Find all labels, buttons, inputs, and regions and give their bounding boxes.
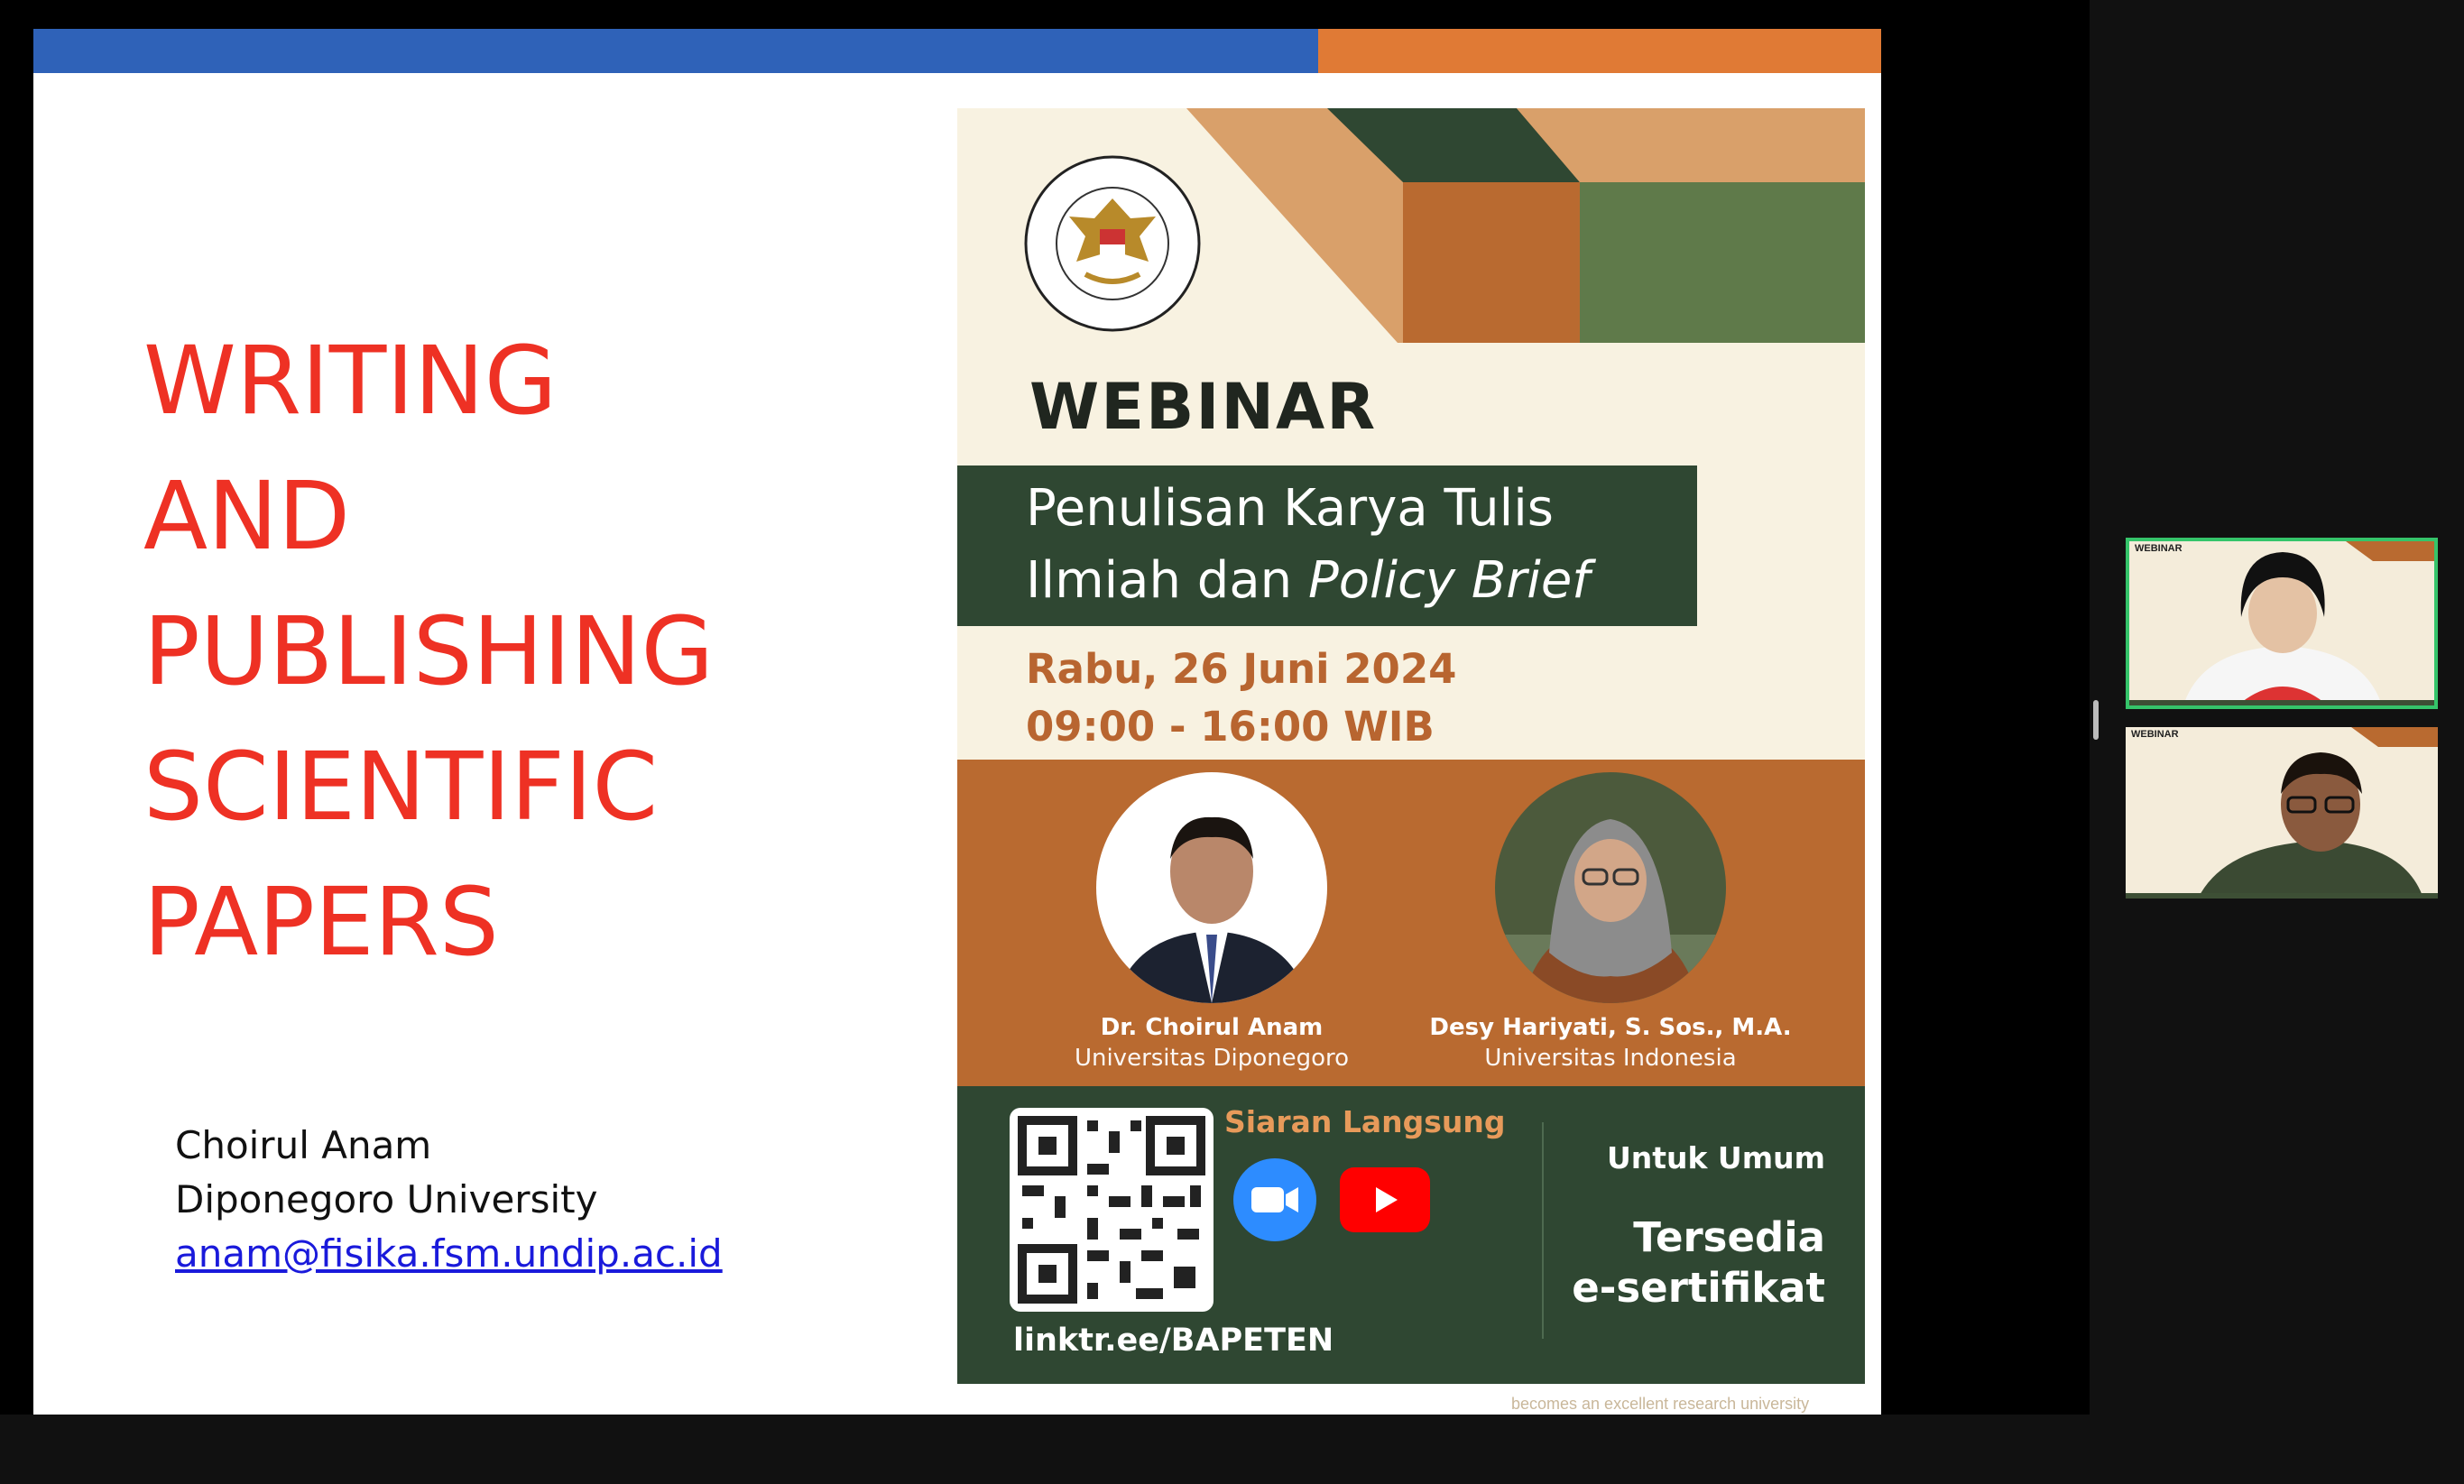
poster-schedule: Rabu, 26 Juni 2024 09:00 - 16:00 WIB xyxy=(1026,641,1456,756)
live-stream-label: Siaran Langsung xyxy=(1224,1104,1506,1139)
speakers-panel: Dr. Choirul Anam Universitas Diponegoro … xyxy=(957,760,1865,1086)
poster-date: Rabu, 26 Juni 2024 xyxy=(1026,645,1457,693)
participant-video-tile[interactable]: WEBINAR xyxy=(2126,538,2438,709)
speaker-photo xyxy=(1096,772,1327,1003)
poster-time: 09:00 - 16:00 WIB xyxy=(1026,703,1435,751)
certificate-line: Tersedia xyxy=(1633,1213,1825,1261)
webinar-poster: WEBINAR Penulisan Karya Tulis Ilmiah dan… xyxy=(957,108,1865,1384)
bapeten-logo xyxy=(1022,153,1203,334)
slide-top-bar-blue xyxy=(33,29,1318,73)
speaker-name: Dr. Choirul Anam xyxy=(1100,1014,1324,1041)
author-block: Choirul Anam Diponegoro University anam@… xyxy=(175,1119,723,1281)
presentation-slide: WRITING AND PUBLISHING SCIENTIFIC PAPERS… xyxy=(33,29,1881,1415)
slide-top-bar-orange xyxy=(1318,29,1881,73)
slide-title-line: PUBLISHING xyxy=(143,596,715,706)
poster-link: linktr.ee/BAPETEN xyxy=(1013,1323,1334,1359)
author-email-link[interactable]: anam@fisika.fsm.undip.ac.id xyxy=(175,1231,723,1276)
speaker-affiliation: Universitas Indonesia xyxy=(1484,1045,1737,1072)
certificate-line: e-sertifikat xyxy=(1572,1264,1825,1312)
slide-title-line: PAPERS xyxy=(143,867,499,977)
poster-topic-line: Penulisan Karya Tulis xyxy=(1026,479,1554,538)
certificate-label: Tersedia e-sertifikat xyxy=(1535,1212,1825,1313)
author-affiliation: Diponegoro University xyxy=(175,1177,598,1221)
poster-heading: WEBINAR xyxy=(1029,370,1378,444)
panel-resize-handle[interactable] xyxy=(2093,700,2099,740)
poster-topic: Penulisan Karya Tulis Ilmiah dan Policy … xyxy=(957,465,1697,626)
author-name: Choirul Anam xyxy=(175,1123,432,1167)
slide-title-line: WRITING xyxy=(143,326,558,436)
slide-title-line: SCIENTIFIC xyxy=(143,732,659,842)
tile-header: WEBINAR xyxy=(2135,543,2183,554)
speaker-name: Desy Hariyati, S. Sos., M.A. xyxy=(1429,1014,1792,1041)
shared-screen: WRITING AND PUBLISHING SCIENTIFIC PAPERS… xyxy=(0,0,2090,1415)
poster-topic-plain: Ilmiah dan xyxy=(1026,551,1308,610)
poster-footer: Siaran Langsung Untuk Umum Tersedia e-se… xyxy=(957,1086,1865,1384)
tile-stripe xyxy=(2126,893,2438,899)
slide-title: WRITING AND PUBLISHING SCIENTIFIC PAPERS xyxy=(143,313,919,990)
tile-stripe xyxy=(2129,700,2434,705)
tile-header: WEBINAR xyxy=(2131,729,2179,740)
poster-topic-italic: Policy Brief xyxy=(1307,551,1590,610)
participant-video-tile[interactable]: WEBINAR xyxy=(2126,727,2438,899)
poster-topic-line: Ilmiah dan Policy Brief xyxy=(1026,545,1697,617)
speaker-photo xyxy=(1495,772,1726,1003)
audience-label: Untuk Umum xyxy=(1606,1140,1825,1175)
slide-tagline: becomes an excellent research university xyxy=(1511,1395,1810,1413)
qr-code-icon xyxy=(1010,1108,1214,1312)
speaker-affiliation: Universitas Diponegoro xyxy=(1074,1045,1350,1072)
zoom-icon xyxy=(1233,1158,1316,1241)
youtube-icon xyxy=(1340,1167,1430,1232)
slide-title-line: AND xyxy=(143,461,351,571)
